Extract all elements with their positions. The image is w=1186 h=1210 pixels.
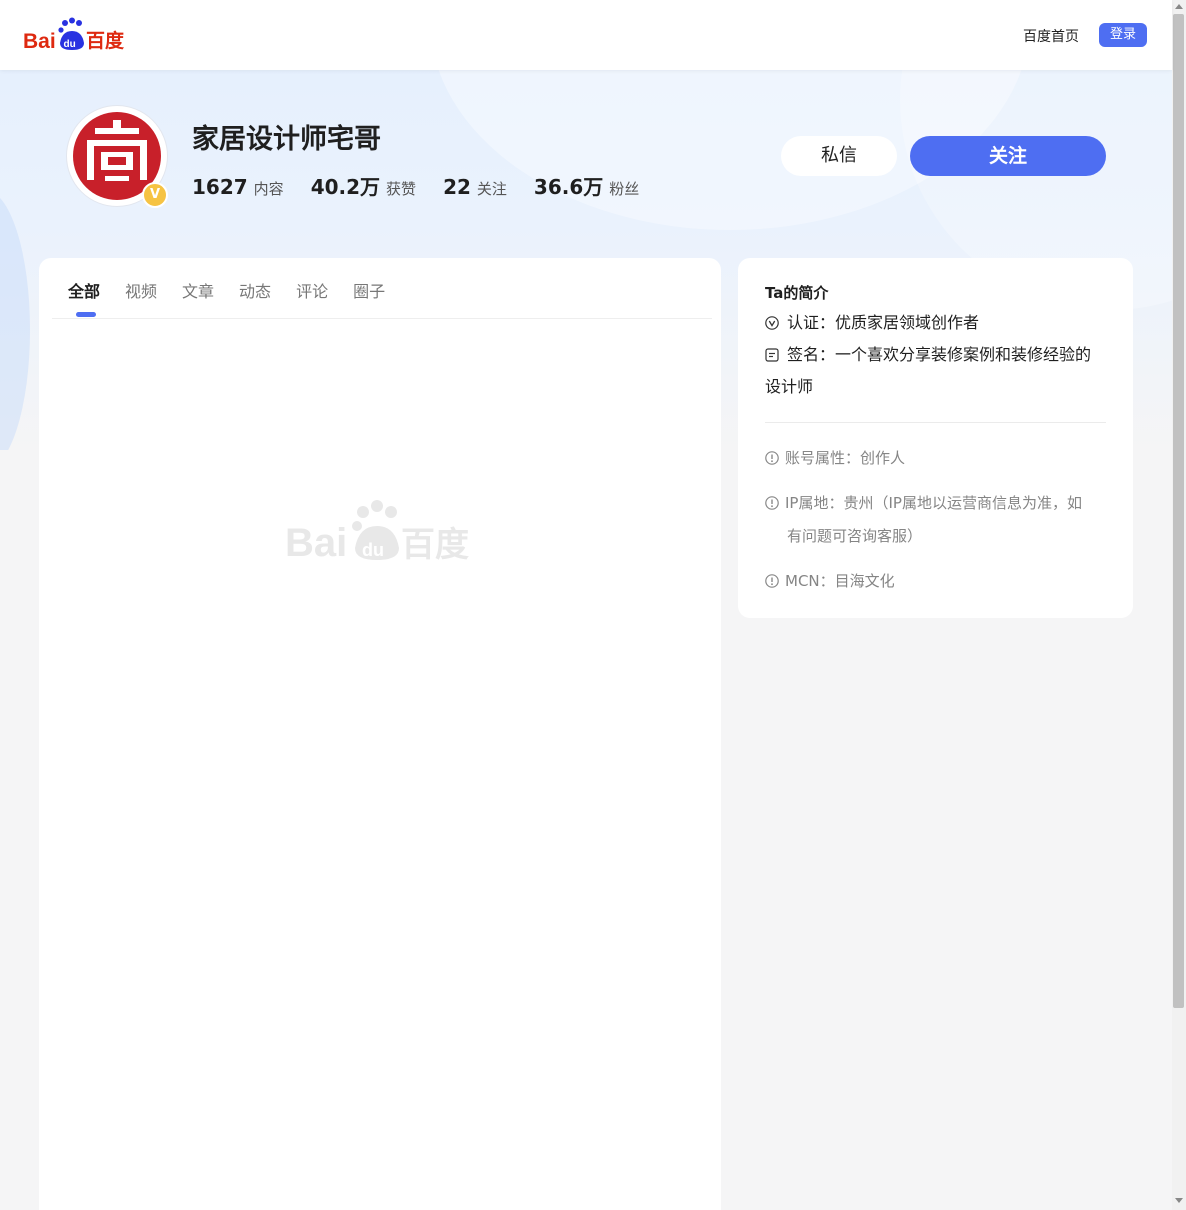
mcn-line: MCN：目海文化 <box>765 565 1110 598</box>
stat-value: 36.6万 <box>533 175 604 199</box>
hero-decoration <box>0 190 30 450</box>
note-icon <box>765 348 779 362</box>
signature-line: 签名：一个喜欢分享装修案例和装修经验的 <box>765 339 1105 371</box>
stat-following[interactable]: 22 关注 <box>443 175 507 199</box>
svg-text:百度: 百度 <box>401 525 469 564</box>
tab-comments[interactable]: 评论 <box>296 278 328 302</box>
ip-location-line-continued: 有问题可咨询客服） <box>765 520 1132 553</box>
stat-value: 22 <box>443 175 471 199</box>
intro-title: Ta的简介 <box>765 284 829 302</box>
baidu-home-link[interactable]: 百度首页 <box>1023 26 1079 46</box>
account-type-text: 账号属性：创作人 <box>785 449 906 467</box>
content-tabs: 全部 视频 文章 动态 评论 圈子 <box>68 278 410 302</box>
mcn-text: MCN：目海文化 <box>785 572 895 590</box>
message-button[interactable]: 私信 <box>781 136 897 176</box>
verified-badge: V <box>142 182 168 208</box>
intro-divider <box>765 422 1106 423</box>
tab-all[interactable]: 全部 <box>68 278 100 302</box>
tab-article[interactable]: 文章 <box>182 278 214 302</box>
signature-line-continued: 设计师 <box>765 371 1105 403</box>
signature-text: 签名：一个喜欢分享装修案例和装修经验的 <box>787 345 1092 364</box>
ip-location-text: IP属地：贵州（IP属地以运营商信息为准，如 <box>785 494 1082 512</box>
login-button[interactable]: 登录 <box>1099 23 1147 47</box>
baidu-logo[interactable]: Bai du 百度 <box>22 17 128 53</box>
svg-text:du: du <box>362 540 384 560</box>
tab-dynamic[interactable]: 动态 <box>239 278 271 302</box>
loading-placeholder-logo: Bai du 百度 <box>285 500 469 564</box>
follow-button[interactable]: 关注 <box>910 136 1106 176</box>
tab-video[interactable]: 视频 <box>125 278 157 302</box>
tab-circle[interactable]: 圈子 <box>353 278 385 302</box>
stat-content[interactable]: 1627 内容 <box>192 175 284 199</box>
ip-location-text-continued: 有问题可咨询客服） <box>787 527 923 545</box>
signature-text-continued: 设计师 <box>765 377 814 396</box>
scroll-down-arrow-icon[interactable] <box>1175 1198 1183 1203</box>
stat-value: 1627 <box>192 175 248 199</box>
svg-text:Bai: Bai <box>285 521 347 564</box>
stat-label: 关注 <box>476 180 507 198</box>
verified-circle-icon <box>765 316 779 330</box>
scroll-up-arrow-icon[interactable] <box>1175 4 1183 9</box>
profile-intro-card: Ta的简介 认证：优质家居领域创作者 签名：一个喜欢分享装修案例和装修经验的 设… <box>738 258 1133 618</box>
stat-label: 获赞 <box>386 180 417 198</box>
stat-label: 内容 <box>253 180 284 198</box>
profile-stats: 1627 内容 40.2万 获赞 22 关注 36.6万 粉丝 <box>192 171 666 200</box>
info-icon <box>765 451 779 465</box>
stat-likes: 40.2万 获赞 <box>311 171 416 200</box>
svg-text:Bai: Bai <box>23 30 56 53</box>
stat-value: 40.2万 <box>310 175 381 199</box>
svg-text:du: du <box>64 39 76 50</box>
account-type-line: 账号属性：创作人 <box>765 442 1110 475</box>
svg-text:百度: 百度 <box>86 29 125 52</box>
content-feed-card: 全部 视频 文章 动态 评论 圈子 Bai du 百度 <box>39 258 721 1210</box>
page-scrollbar[interactable] <box>1172 0 1186 1210</box>
scrollbar-thumb[interactable] <box>1173 14 1184 1008</box>
certification-text: 认证：优质家居领域创作者 <box>787 313 980 332</box>
ip-location-line: IP属地：贵州（IP属地以运营商信息为准，如 <box>765 487 1110 520</box>
stat-label: 粉丝 <box>609 180 640 198</box>
tabs-divider <box>52 318 712 319</box>
info-icon <box>765 574 779 588</box>
info-icon <box>765 496 779 510</box>
stat-followers[interactable]: 36.6万 粉丝 <box>534 171 639 200</box>
top-nav-bar: Bai du 百度 百度首页 登录 <box>0 0 1172 70</box>
certification-line: 认证：优质家居领域创作者 <box>765 307 1105 339</box>
active-tab-indicator <box>76 312 96 317</box>
profile-name: 家居设计师宅哥 <box>192 124 381 155</box>
